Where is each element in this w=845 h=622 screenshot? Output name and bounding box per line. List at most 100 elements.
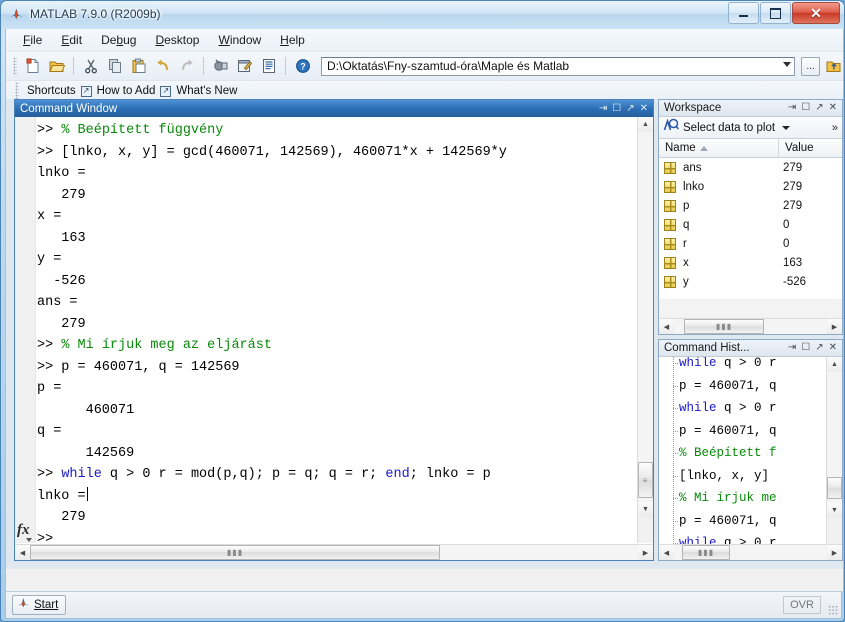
- profiler-icon[interactable]: [257, 55, 280, 78]
- new-file-icon[interactable]: [21, 55, 44, 78]
- hscroll-track[interactable]: ▮▮▮: [30, 545, 638, 560]
- browse-folder-button[interactable]: ...: [801, 56, 820, 76]
- matlab-main-window: MATLAB 7.9.0 (R2009b) ✕ File Edit Debug …: [0, 0, 845, 622]
- scroll-down-arrow-icon[interactable]: ▼: [827, 503, 842, 518]
- menu-item-window[interactable]: Window: [209, 30, 270, 50]
- command-window-segment: >> p = 460071, q = 142569: [37, 359, 240, 375]
- guide-icon[interactable]: [233, 55, 256, 78]
- maximize-icon: [770, 7, 781, 19]
- undo-icon[interactable]: [151, 55, 174, 78]
- close-icon[interactable]: ✕: [829, 103, 837, 113]
- scroll-right-arrow-icon[interactable]: ▶: [827, 545, 842, 560]
- dock-icon[interactable]: ⇥: [788, 103, 796, 113]
- workspace-row[interactable]: r0: [659, 234, 842, 253]
- workspace-hscrollbar[interactable]: ◀ ▮▮▮ ▶: [659, 318, 842, 334]
- toolbar-overflow-button[interactable]: »: [832, 122, 842, 134]
- open-file-icon[interactable]: [45, 55, 68, 78]
- scroll-right-arrow-icon[interactable]: ▶: [638, 545, 653, 560]
- copy-icon[interactable]: [103, 55, 126, 78]
- command-window-vscrollbar[interactable]: ▲ ≡ ▼: [637, 117, 653, 543]
- maximize-icon[interactable]: ☐: [612, 103, 621, 114]
- workspace-row[interactable]: x 163: [659, 253, 842, 272]
- scroll-left-arrow-icon[interactable]: ◀: [15, 545, 30, 560]
- workspace-row[interactable]: p 279: [659, 196, 842, 215]
- scroll-left-arrow-icon[interactable]: ◀: [659, 545, 674, 560]
- command-history-hscrollbar[interactable]: ◀ ▮▮▮ ▶: [659, 544, 842, 560]
- scroll-up-arrow-icon[interactable]: ▲: [638, 117, 653, 132]
- command-history-item[interactable]: % Beépített f: [659, 442, 842, 465]
- workspace-variable-list[interactable]: ans 279 lnko 279 p 279 q 0 r 0 x 163 y -526: [659, 158, 842, 299]
- command-history-item[interactable]: p = 460071, q: [659, 510, 842, 533]
- function-browser-icon[interactable]: fx: [17, 523, 30, 538]
- column-header-value[interactable]: Value: [779, 139, 842, 157]
- menu-item-file[interactable]: File: [14, 30, 51, 50]
- command-history-item[interactable]: p = 460071, q: [659, 420, 842, 443]
- scroll-left-arrow-icon[interactable]: ◀: [659, 319, 674, 334]
- close-icon[interactable]: ✕: [640, 103, 648, 114]
- cut-icon[interactable]: [79, 55, 102, 78]
- how-to-add-link[interactable]: How to Add: [97, 85, 156, 97]
- command-history-vscrollbar[interactable]: ▲ ▼: [826, 357, 842, 544]
- command-history-item[interactable]: while q > 0 r: [659, 532, 842, 544]
- go-up-folder-button[interactable]: [824, 57, 843, 76]
- command-history-item[interactable]: while q > 0 r: [659, 357, 842, 375]
- command-window-hscrollbar[interactable]: ◀ ▮▮▮ ▶: [15, 544, 653, 560]
- workspace-row[interactable]: lnko 279: [659, 177, 842, 196]
- maximize-button[interactable]: [760, 2, 791, 24]
- menu-item-debug[interactable]: Debug: [92, 30, 145, 50]
- toolbar-separator: [203, 57, 204, 75]
- close-icon[interactable]: ✕: [829, 343, 837, 353]
- help-icon[interactable]: ?: [291, 55, 314, 78]
- shortcuts-label[interactable]: Shortcuts: [27, 85, 76, 97]
- dock-icon[interactable]: ⇥: [599, 103, 607, 114]
- scroll-right-arrow-icon[interactable]: ▶: [827, 319, 842, 334]
- command-history-item[interactable]: p = 460071, q: [659, 375, 842, 398]
- hscroll-thumb[interactable]: ▮▮▮: [30, 545, 440, 560]
- close-button[interactable]: ✕: [792, 2, 840, 24]
- vscroll-track[interactable]: ≡: [638, 132, 653, 502]
- chevron-down-icon[interactable]: [782, 125, 791, 130]
- maximize-icon[interactable]: ☐: [801, 103, 810, 113]
- undock-icon[interactable]: ↗: [626, 103, 634, 114]
- command-history-list[interactable]: while q > 0 r p = 460071, q while q > 0 r p…: [659, 357, 842, 544]
- command-window-line: ans =: [37, 292, 637, 314]
- paste-icon[interactable]: [127, 55, 150, 78]
- dock-icon[interactable]: ⇥: [788, 343, 796, 353]
- redo-icon[interactable]: [175, 55, 198, 78]
- vscroll-thumb[interactable]: [827, 477, 842, 499]
- vscroll-thumb[interactable]: ≡: [638, 462, 653, 498]
- chevron-down-icon[interactable]: [783, 61, 791, 67]
- column-header-name[interactable]: Name: [659, 139, 779, 157]
- command-history-item[interactable]: while q > 0 r: [659, 397, 842, 420]
- vscroll-track[interactable]: [827, 372, 842, 503]
- select-data-to-plot-button[interactable]: Select data to plot: [659, 118, 791, 137]
- undock-icon[interactable]: ↗: [815, 343, 823, 353]
- scroll-down-arrow-icon[interactable]: ▼: [638, 502, 653, 517]
- hscroll-thumb[interactable]: ▮▮▮: [684, 319, 764, 334]
- resize-grip[interactable]: [828, 605, 838, 615]
- menu-item-edit[interactable]: Edit: [52, 30, 91, 50]
- toolbar-grip[interactable]: [13, 57, 17, 75]
- workspace-row[interactable]: q0: [659, 215, 842, 234]
- start-button[interactable]: Start: [12, 595, 67, 615]
- minimize-button[interactable]: [728, 2, 759, 24]
- simulink-icon[interactable]: [209, 55, 232, 78]
- command-window-body[interactable]: >> % Beépített függvény >> [lnko, x, y] =…: [15, 117, 653, 543]
- hscroll-thumb[interactable]: ▮▮▮: [682, 545, 730, 560]
- hscroll-track[interactable]: ▮▮▮: [674, 319, 827, 334]
- chevron-down-icon[interactable]: [26, 538, 32, 542]
- workspace-row[interactable]: y -526: [659, 272, 842, 291]
- undock-icon[interactable]: ↗: [815, 103, 823, 113]
- scroll-up-arrow-icon[interactable]: ▲: [827, 357, 842, 372]
- command-history-body[interactable]: while q > 0 r p = 460071, q while q > 0 r p…: [659, 357, 842, 544]
- current-folder-combobox[interactable]: D:\Oktatás\Fny-szamtud-óra\Maple és Matl…: [321, 56, 795, 76]
- hscroll-track[interactable]: ▮▮▮: [674, 545, 827, 560]
- maximize-icon[interactable]: ☐: [801, 343, 810, 353]
- menu-item-help[interactable]: Help: [271, 30, 314, 50]
- menu-item-desktop[interactable]: Desktop: [146, 30, 208, 50]
- command-history-item[interactable]: % Mi írjuk me: [659, 487, 842, 510]
- workspace-row[interactable]: ans 279: [659, 158, 842, 177]
- command-history-item[interactable]: [lnko, x, y]: [659, 465, 842, 488]
- whats-new-link[interactable]: What's New: [176, 85, 237, 97]
- shortcuts-grip[interactable]: [15, 82, 19, 100]
